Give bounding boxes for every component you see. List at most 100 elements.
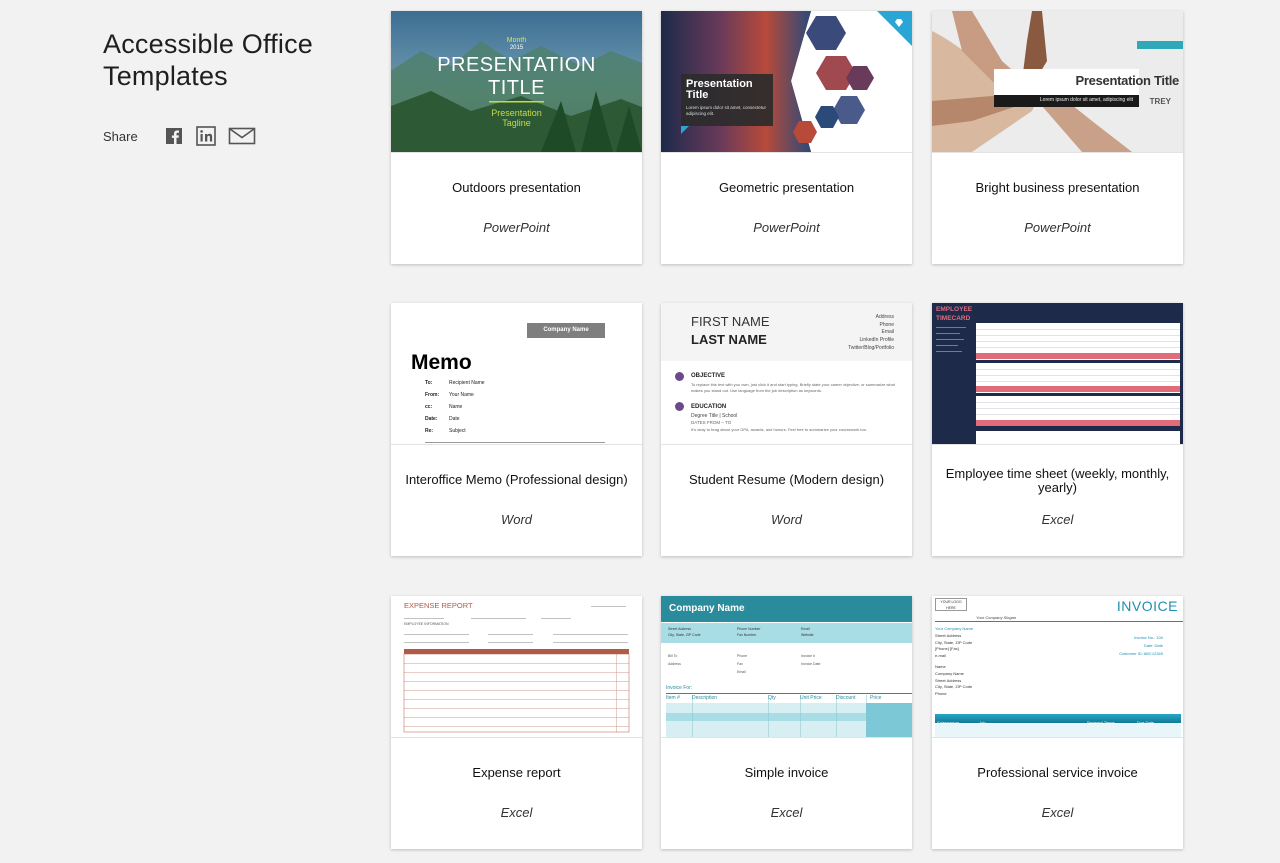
mail-icon[interactable] (228, 126, 256, 146)
thumb-heading2: Title (686, 89, 709, 101)
card-app: Word (500, 512, 533, 527)
education-icon (675, 402, 684, 411)
memo-row: cc: Name (425, 404, 605, 416)
thumb-year: 2015 (509, 45, 524, 51)
thumb-memo-heading: Memo (411, 351, 472, 374)
memo-row-label: From: (425, 392, 440, 398)
card-app: Excel (1041, 512, 1074, 527)
thumb-body: Lorem ipsum dolor sit amet, consectetur … (686, 105, 767, 116)
card-title: Student Resume (Modern design) (688, 472, 885, 487)
card-title: Outdoors presentation (452, 180, 581, 195)
card-title: Bright business presentation (975, 180, 1140, 195)
template-card-memo[interactable]: Company Name Memo To: Recipient Name From… (391, 303, 642, 556)
memo-row-label: To: (425, 380, 433, 386)
template-card-bright-business[interactable]: Presentation Title Lorem ipsum dolor sit… (932, 11, 1183, 264)
card-title: Professional service invoice (977, 765, 1138, 780)
template-card-outdoors[interactable]: Month 2015 PRESENTATION TITLE Presentati… (391, 11, 642, 264)
pro-invoice-row (935, 724, 1181, 737)
pro-invoice-line: City, State, ZIP Code (935, 684, 973, 690)
thumbnail-bright-business: Presentation Title Lorem ipsum dolor sit… (932, 11, 1183, 153)
card-app: Excel (770, 805, 803, 820)
thumb-brand: TREY (1149, 97, 1171, 106)
sidebar: Accessible Office Templates Share (103, 28, 363, 146)
thumbnail-expense: EXPENSE REPORT EMPLOYEE INFORMATION (391, 596, 642, 738)
thumb-invoice-heading: INVOICE (1116, 598, 1178, 614)
thumb-objective: OBJECTIVE (691, 373, 726, 379)
thumb-body: Lorem ipsum dolor sit amet, adipiscing e… (1039, 97, 1133, 103)
card-title: Geometric presentation (718, 180, 855, 195)
thumbnail-pro-invoice: YOUR LOGO HERE Your Company Slogan INVOI… (932, 596, 1183, 738)
page-title-line1: Accessible Office (103, 29, 313, 59)
card-app: PowerPoint (753, 220, 820, 235)
thumbnail-geometric: Presentation Title Lorem ipsum dolor sit… (661, 11, 912, 153)
pro-invoice-bar-label: Salesperson (937, 720, 960, 725)
page-title-line2: Templates (103, 61, 228, 91)
page-title: Accessible Office Templates (103, 28, 363, 92)
memo-row-label: Re: (425, 428, 434, 434)
thumb-degree: Degree Title | School (691, 413, 738, 419)
linkedin-icon[interactable] (195, 126, 216, 146)
facebook-icon[interactable] (164, 126, 184, 146)
memo-row: From: Your Name (425, 392, 605, 404)
pro-invoice-bar: Salesperson Job Payment Terms Due Date (935, 714, 1181, 725)
memo-row-value: Your Name (449, 392, 474, 398)
template-card-geometric[interactable]: Presentation Title Lorem ipsum dolor sit… (661, 11, 912, 264)
pro-invoice-right: Invoice No.: 100 Date: Date Customer ID:… (1119, 634, 1163, 658)
contact-item: Email (881, 329, 894, 336)
pro-invoice-line: Invoice No.: 100 (1134, 635, 1163, 640)
card-title: Employee time sheet (weekly, monthly, ye… (945, 466, 1170, 495)
memo-row-value: Date (449, 416, 460, 422)
share-label: Share (103, 128, 138, 144)
card-app: PowerPoint (483, 220, 550, 235)
pro-invoice-line: Your Company Name (935, 626, 974, 631)
pro-invoice-bar-label: Job (979, 720, 986, 725)
thumbnail-memo: Company Name Memo To: Recipient Name From… (391, 303, 642, 445)
template-card-timesheet[interactable]: EMPLOYEE TIMECARD Employee time sheet (w… (932, 303, 1183, 556)
thumb-tag2: Tagline (502, 118, 531, 128)
contact-item: Twitter/Blog/Portfolio (848, 344, 894, 351)
thumb-company-bar: Company Name (527, 323, 605, 338)
contact-item: Address (875, 314, 894, 320)
pro-invoice-bar-label: Due Date (1137, 720, 1154, 725)
thumb-month: Month (506, 37, 527, 44)
pro-invoice-line: [Phone] [Fax] (935, 646, 959, 652)
pro-invoice-line: Phone (935, 691, 947, 697)
card-title: Simple invoice (744, 765, 829, 780)
pro-invoice-line: Company Name (935, 670, 964, 676)
pro-invoice-line: Street Address (935, 677, 962, 683)
template-card-resume[interactable]: FIRST NAME LAST NAME Address Phone Email… (661, 303, 912, 556)
resume-contacts: Address Phone Email LinkedIn Profile Twi… (848, 314, 894, 353)
thumb-objective-text: To replace this text with you own, just … (691, 382, 895, 393)
memo-rows: To: Recipient Name From: Your Name cc: Name… (425, 380, 605, 443)
thumbnail-outdoors: Month 2015 PRESENTATION TITLE Presentati… (391, 11, 642, 153)
template-card-pro-invoice[interactable]: YOUR LOGO HERE Your Company Slogan INVOI… (932, 596, 1183, 849)
template-card-expense[interactable]: EXPENSE REPORT EMPLOYEE INFORMATION Expe… (391, 596, 642, 849)
memo-row-value: Recipient Name (449, 380, 485, 386)
pro-invoice-line: Date: Date (1143, 643, 1163, 648)
pro-invoice-divider (935, 621, 1183, 622)
memo-row: Re: Subject (425, 428, 605, 440)
thumb-first-name: FIRST NAME (691, 314, 770, 329)
pro-invoice-line: Name (935, 663, 946, 669)
thumb-heading1: PRESENTATION (437, 54, 596, 76)
thumb-edu-text: It's okay to brag about your GPA, awards… (691, 427, 868, 432)
share-row: Share (103, 126, 363, 146)
thumbnail-resume: FIRST NAME LAST NAME Address Phone Email… (661, 303, 912, 445)
memo-row: To: Recipient Name (425, 380, 605, 392)
pro-invoice-bar-label: Payment Terms (1087, 720, 1115, 725)
pro-invoice-line: Street Address (935, 632, 962, 638)
thumb-dates: DATES FROM – TO (691, 420, 732, 425)
card-app: Word (770, 512, 803, 527)
memo-row-label: cc: (425, 404, 433, 410)
thumb-education: EDUCATION (691, 404, 727, 410)
card-app: PowerPoint (1024, 220, 1091, 235)
memo-row-value: Subject (449, 428, 466, 434)
thumb-heading: Presentation Title (1075, 73, 1180, 88)
pro-invoice-line: City, State, ZIP Code (935, 639, 973, 645)
template-card-simple-invoice[interactable]: Company Name Street Address City, State,… (661, 596, 912, 849)
thumbnail-timesheet: EMPLOYEE TIMECARD (932, 303, 1183, 445)
card-title: Interoffice Memo (Professional design) (405, 472, 628, 487)
thumb-tag1: Presentation (491, 108, 542, 118)
thumb-slogan: Your Company Slogan (976, 615, 1017, 620)
card-title: Expense report (472, 765, 561, 780)
